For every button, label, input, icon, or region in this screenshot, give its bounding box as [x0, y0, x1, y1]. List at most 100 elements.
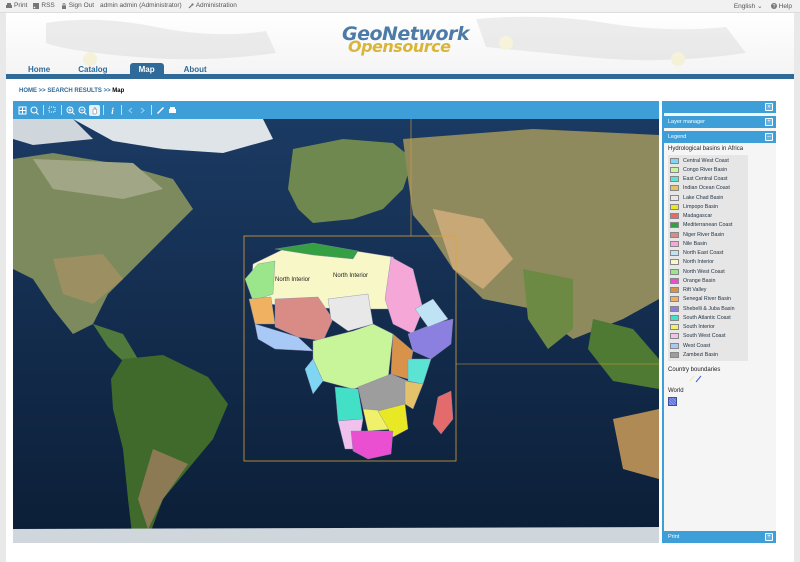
administration-link[interactable]: Administration [188, 2, 237, 9]
print-link[interactable]: Print [6, 2, 27, 9]
legend-item: South Atlantic Coast [670, 313, 746, 322]
previous-extent-button[interactable] [125, 105, 136, 116]
legend-item-label: North West Coast [683, 268, 725, 275]
world-layer-swatch [668, 396, 677, 406]
legend-swatch [670, 222, 679, 229]
legend-item: Niger River Basin [670, 230, 746, 239]
legend-swatch [670, 259, 679, 266]
breadcrumb-separator: >> [103, 88, 111, 94]
map-label-north-interior: North Interior [275, 277, 310, 283]
legend-swatch [670, 324, 679, 331]
legend-item-label: Madagascar [683, 213, 713, 220]
legend-item-label: Central West Coast [683, 157, 729, 164]
map-toolbar: i [13, 101, 659, 119]
header: GeoNetwork Opensource Home Catalog Map A… [6, 13, 794, 75]
zoom-to-max-extent-button[interactable] [17, 105, 28, 116]
legend-item: South West Coast [670, 332, 746, 341]
print-panel-header[interactable]: Print + [664, 531, 776, 543]
legend-swatch [670, 287, 679, 294]
printer-icon [6, 2, 12, 8]
world-map-canvas[interactable]: North Interior North Interior [13, 119, 659, 543]
map-viewport[interactable]: North Interior North Interior [13, 119, 659, 543]
top-utility-bar: Print RSS Sign Out admin admin (Administ… [0, 0, 800, 13]
zoom-in-button[interactable] [65, 105, 76, 116]
zoom-box-button[interactable] [47, 105, 58, 116]
help-link[interactable]: ? Help [770, 2, 792, 10]
geonetwork-logo[interactable]: GeoNetwork Opensource [342, 23, 472, 63]
globe-search-icon [30, 106, 39, 115]
collapse-icon[interactable]: – [765, 133, 773, 141]
language-select[interactable]: English ⌄ [734, 2, 763, 11]
layer-manager-header[interactable]: Layer manager + [664, 116, 776, 128]
legend-item-label: Indian Ocean Coast [683, 185, 730, 192]
legend-content: Hydrological basins in Africa Central We… [664, 146, 776, 406]
legend-item-label: Rift Valley [683, 287, 707, 294]
expand-icon[interactable]: + [765, 118, 773, 126]
help-label: Help [778, 2, 792, 10]
hand-icon [92, 106, 97, 114]
zoom-in-icon [66, 106, 75, 115]
next-extent-button[interactable] [137, 105, 148, 116]
legend-item-label: Mediterranean Coast [683, 222, 733, 229]
legend-swatch [670, 203, 679, 210]
legend-item-label: Niger River Basin [683, 231, 725, 238]
legend-item: Central West Coast [670, 156, 746, 165]
double-chevron-right-icon[interactable]: » [765, 103, 773, 111]
zoom-to-layer-button[interactable] [29, 105, 40, 116]
legend-item-label: Congo River Basin [683, 166, 728, 173]
legend-swatch [670, 194, 679, 201]
legend-item: Orange Basin [670, 276, 746, 285]
signout-link[interactable]: Sign Out [61, 2, 94, 9]
measure-button[interactable] [155, 105, 166, 116]
legend-item: Congo River Basin [670, 165, 746, 174]
legend-swatch [670, 277, 679, 284]
zoom-out-button[interactable] [77, 105, 88, 116]
legend-header[interactable]: Legend – [664, 131, 776, 143]
legend-item: Nile Basin [670, 239, 746, 248]
legend-swatch [670, 296, 679, 303]
legend-item: Mediterranean Coast [670, 221, 746, 230]
legend-item: North East Coast [670, 249, 746, 258]
map-panel: i North Interior North Interior [13, 101, 659, 543]
rss-link[interactable]: RSS [33, 2, 55, 9]
administration-label: Administration [195, 2, 237, 9]
legend-item-label: Zambezi Basin [683, 351, 719, 358]
legend-item: North Interior [670, 258, 746, 267]
expand-icon[interactable]: + [765, 533, 773, 541]
legend-swatch [670, 176, 679, 183]
right-sidebar: » Layer manager + Legend – Hydrological … [662, 101, 776, 543]
legend-swatch [670, 351, 679, 358]
rss-icon [33, 2, 40, 9]
svg-text:i: i [111, 106, 114, 115]
legend-items: Central West Coast Congo River Basin East … [668, 155, 748, 361]
world-layer-title: World [668, 387, 684, 394]
pan-button[interactable] [89, 104, 100, 116]
legend-item: North West Coast [670, 267, 746, 276]
printer-icon [169, 106, 176, 113]
current-user[interactable]: admin admin (Administrator) [100, 2, 182, 9]
legend-item: Madagascar [670, 212, 746, 221]
legend-item-label: South Atlantic Coast [683, 314, 731, 321]
breadcrumb-home[interactable]: HOME [19, 88, 37, 94]
legend-item: Shebelli & Juba Basin [670, 304, 746, 313]
breadcrumb-separator: >> [38, 88, 46, 94]
legend-item-label: Limpopo Basin [683, 203, 719, 210]
legend-swatch [670, 213, 679, 220]
toolbar-separator [103, 105, 104, 115]
breadcrumb-search-results[interactable]: SEARCH RESULTS [47, 88, 102, 94]
ruler-icon [157, 106, 164, 114]
feature-info-button[interactable]: i [107, 105, 118, 116]
breadcrumb-current: Map [112, 88, 125, 94]
legend-item: Senegal River Basin [670, 295, 746, 304]
chevron-down-icon: ⌄ [757, 3, 763, 10]
legend-layer-title: Hydrological basins in Africa [668, 146, 744, 152]
legend-item: Indian Ocean Coast [670, 184, 746, 193]
antarctica [13, 527, 659, 543]
legend-item-label: Lake Chad Basin [683, 194, 724, 201]
logo-line2: Opensource [348, 37, 451, 56]
legend-swatch [670, 333, 679, 340]
legend-item-label: Nile Basin [683, 240, 707, 247]
legend-swatch [670, 305, 679, 312]
collapse-panel-header[interactable]: » [664, 101, 776, 113]
print-map-button[interactable] [167, 105, 178, 116]
